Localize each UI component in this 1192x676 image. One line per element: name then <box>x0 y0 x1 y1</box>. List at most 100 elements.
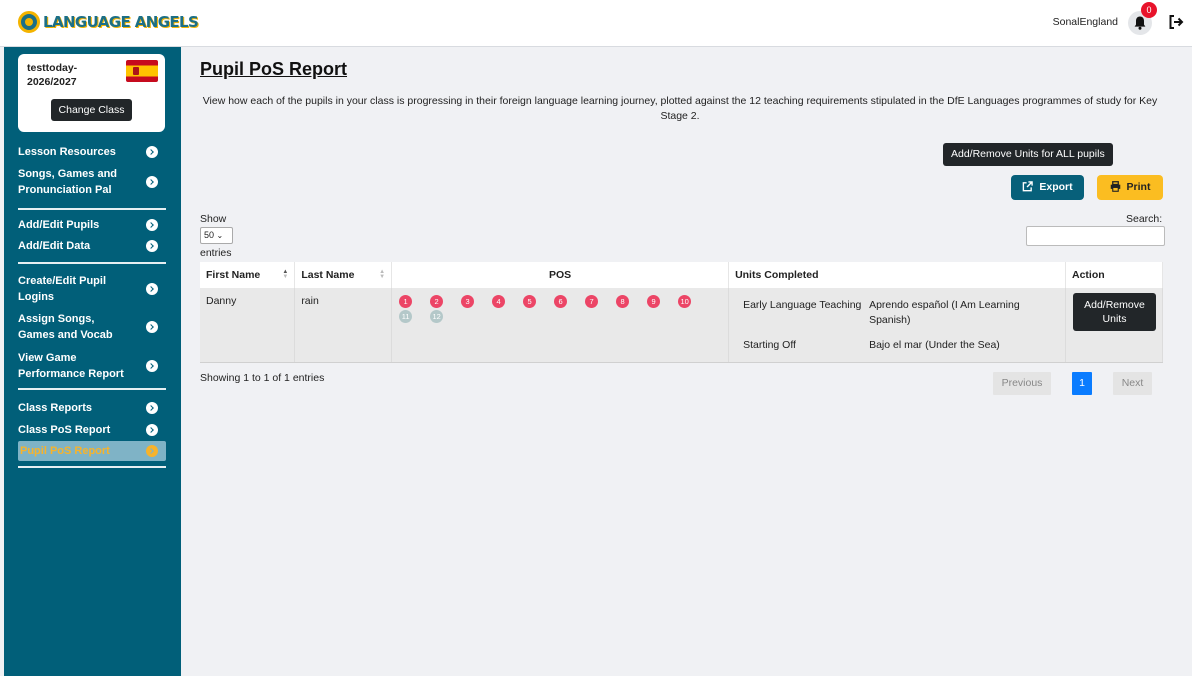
chevron-right-icon <box>146 219 158 231</box>
pos-badge-completed: 10 <box>678 295 692 308</box>
search-label: Search: <box>1126 213 1163 225</box>
column-header-label: Last Name <box>301 269 355 281</box>
external-link-icon <box>1023 181 1034 192</box>
column-header-last-name[interactable]: Last Name ▲ ▼ <box>294 262 393 288</box>
chevron-right-icon <box>146 240 158 252</box>
chevron-right-icon <box>146 176 158 188</box>
unit-name: Bajo el mar (Under the Sea) <box>869 339 1000 351</box>
units-list: Early Language Teaching Aprendo español … <box>735 298 1059 353</box>
chevron-right-icon <box>146 445 158 457</box>
sidebar-divider <box>18 262 166 264</box>
column-header-action: Action <box>1065 262 1164 288</box>
logo-text: LANGUAGE ANGELS <box>43 13 199 31</box>
logout-icon[interactable] <box>1168 14 1184 30</box>
sidebar-item-label: View Game Performance Report <box>18 352 124 380</box>
chevron-right-icon <box>146 360 158 372</box>
units-completed-cell: Early Language Teaching Aprendo español … <box>728 288 1066 363</box>
last-name-cell: rain <box>294 288 393 363</box>
page-description: View how each of the pupils in your clas… <box>202 95 1158 122</box>
sort-icon: ▲ ▼ <box>379 269 386 280</box>
sidebar-item-class-reports[interactable]: Class Reports <box>18 400 166 416</box>
top-bar: LANGUAGE ANGELS SonalEngland 0 <box>0 0 1192 47</box>
sidebar-item-label: Songs, Games and Pronunciation Pal <box>18 168 118 196</box>
sidebar-item-pupil-pos-report[interactable]: Pupil PoS Report <box>18 441 166 461</box>
sidebar-divider <box>18 208 166 210</box>
sidebar-item-add-edit-pupils[interactable]: Add/Edit Pupils <box>18 217 166 233</box>
sidebar-item-class-pos-report[interactable]: Class PoS Report <box>18 422 166 438</box>
sidebar-item-label: Add/Edit Pupils <box>18 219 100 231</box>
pagination-page-1[interactable]: 1 <box>1072 372 1092 395</box>
add-remove-units-all-button[interactable]: Add/Remove Units for ALL pupils <box>943 143 1113 166</box>
first-name-cell: Danny <box>200 288 296 363</box>
add-remove-units-button[interactable]: Add/Remove Units <box>1072 293 1156 331</box>
column-header-first-name[interactable]: First Name ▲ ▼ <box>200 262 296 288</box>
print-label: Print <box>1126 181 1151 193</box>
column-header-pos: POS <box>391 262 730 288</box>
pupil-report-table: First Name ▲ ▼ Last Name ▲ ▼ POS Units Com… <box>200 262 1164 363</box>
printer-icon <box>1110 181 1120 192</box>
sidebar-item-pupil-logins[interactable]: Create/Edit Pupil Logins <box>18 273 166 305</box>
pos-badge-completed: 9 <box>647 295 661 308</box>
table-row: Danny rain 1 2 3 4 5 6 7 8 9 10 11 12 Ea… <box>200 288 1164 363</box>
sidebar-item-assign-songs[interactable]: Assign Songs, Games and Vocab <box>18 311 166 343</box>
pos-cell: 1 2 3 4 5 6 7 8 9 10 11 12 <box>391 288 730 363</box>
unit-stage: Early Language Teaching <box>743 299 862 311</box>
pos-progress: 1 2 3 4 5 6 7 8 9 10 11 12 <box>399 295 709 325</box>
pagination-next[interactable]: Next <box>1113 372 1152 395</box>
pos-badge-completed: 2 <box>430 295 444 308</box>
change-class-button[interactable]: Change Class <box>51 99 132 121</box>
export-label: Export <box>1039 181 1073 193</box>
pos-badge-completed: 7 <box>585 295 599 308</box>
page-title: Pupil PoS Report <box>200 59 348 79</box>
chevron-right-icon <box>146 402 158 414</box>
class-card: testtoday-2026/2027 Change Class <box>18 54 165 132</box>
sidebar-item-lesson-resources[interactable]: Lesson Resources <box>18 144 166 160</box>
chevron-right-icon <box>146 146 158 158</box>
sidebar-item-label: Create/Edit Pupil Logins <box>18 275 107 303</box>
export-button[interactable]: Export <box>1011 175 1084 200</box>
sidebar-item-game-performance[interactable]: View Game Performance Report <box>18 350 166 382</box>
table-header-row: First Name ▲ ▼ Last Name ▲ ▼ POS Units Com… <box>200 262 1164 288</box>
chevron-right-icon <box>146 424 158 436</box>
notification-count-badge: 0 <box>1141 2 1157 18</box>
column-header-label: First Name <box>206 269 261 281</box>
sidebar-item-label: Pupil PoS Report <box>20 445 110 457</box>
sort-icon: ▲ ▼ <box>282 269 289 280</box>
sidebar-item-add-edit-data[interactable]: Add/Edit Data <box>18 238 166 254</box>
pagination-previous[interactable]: Previous <box>993 372 1051 395</box>
chevron-right-icon <box>146 283 158 295</box>
pos-badge-completed: 4 <box>492 295 506 308</box>
chevron-right-icon <box>146 321 158 333</box>
logo[interactable]: LANGUAGE ANGELS <box>18 11 199 33</box>
sidebar-divider <box>18 466 166 468</box>
pos-badge-completed: 1 <box>399 295 413 308</box>
sidebar-item-songs-games[interactable]: Songs, Games and Pronunciation Pal <box>18 166 166 198</box>
pos-badge-completed: 5 <box>523 295 537 308</box>
pos-badge-remaining: 12 <box>430 310 444 323</box>
user-name[interactable]: SonalEngland <box>1053 16 1118 28</box>
print-button[interactable]: Print <box>1097 175 1163 200</box>
sidebar-item-label: Add/Edit Data <box>18 240 91 252</box>
sidebar-item-label: Assign Songs, Games and Vocab <box>18 313 113 341</box>
entries-per-page-select[interactable]: 50 ⌄ <box>200 227 233 244</box>
action-cell: Add/Remove Units <box>1065 288 1164 363</box>
notifications-button[interactable]: 0 <box>1128 2 1157 35</box>
sidebar: testtoday-2026/2027 Change Class Lesson … <box>4 47 181 676</box>
main-content: Pupil PoS Report View how each of the pu… <box>181 47 1192 676</box>
column-header-units-completed: Units Completed <box>728 262 1066 288</box>
class-name: testtoday-2026/2027 <box>27 62 78 88</box>
chevron-down-icon: ⌄ <box>216 231 224 240</box>
show-label: Show <box>200 213 227 225</box>
pos-badge-completed: 3 <box>461 295 475 308</box>
search-input[interactable] <box>1026 226 1165 246</box>
unit-stage: Starting Off <box>743 339 796 351</box>
sidebar-item-label: Class Reports <box>18 402 92 414</box>
spain-flag-icon <box>126 60 158 82</box>
sidebar-item-label: Class PoS Report <box>18 424 111 436</box>
pos-badge-completed: 6 <box>554 295 568 308</box>
pos-badge-completed: 8 <box>616 295 630 308</box>
angel-logo-icon <box>18 11 40 33</box>
sidebar-item-label: Lesson Resources <box>18 146 116 158</box>
unit-name: Aprendo español (I Am Learning Spanish) <box>869 299 1020 326</box>
sidebar-divider <box>18 388 166 390</box>
